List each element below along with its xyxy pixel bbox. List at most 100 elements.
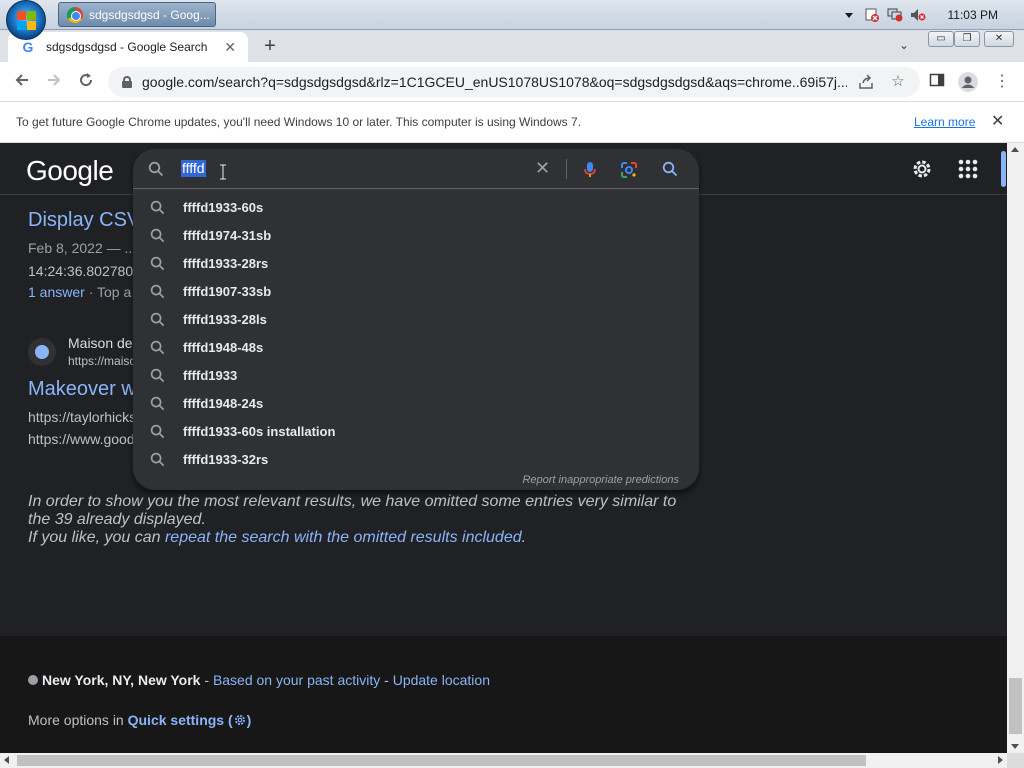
lock-icon[interactable] [122, 76, 132, 88]
google-logo[interactable]: Google [26, 155, 114, 187]
new-tab-button[interactable]: + [259, 36, 281, 58]
tab-google-search[interactable]: G sdgsdgsdgsd - Google Search ✕ [8, 32, 248, 62]
horizontal-scroll-thumb[interactable] [17, 755, 866, 766]
suggestion-item[interactable]: ffffd1948-24s [133, 389, 699, 417]
search-input-row: ffffd ✕ [133, 149, 699, 189]
minimize-button[interactable]: ▭ [928, 31, 954, 47]
vertical-scroll-thumb[interactable] [1009, 678, 1022, 734]
search-icon [150, 340, 165, 354]
action-center-icon[interactable] [864, 8, 880, 22]
scroll-focus-indicator [1001, 151, 1006, 187]
search-box-dropdown: ffffd ✕ ffffd1933-60s ffffd1974-31sb fff… [133, 149, 699, 490]
url-text[interactable]: google.com/search?q=sdgsdgsdgsd&rlz=1C1G… [142, 74, 847, 90]
answer-count-link[interactable]: 1 answer [28, 284, 85, 300]
search-icon [150, 200, 165, 214]
vertical-scrollbar[interactable] [1007, 143, 1024, 753]
result-title-1[interactable]: Display CSV [28, 209, 140, 232]
start-button[interactable] [6, 0, 46, 40]
back-arrow-icon [15, 74, 28, 86]
profile-avatar-icon[interactable] [958, 72, 978, 92]
voice-search-mic-icon[interactable] [582, 161, 598, 177]
suggestion-item[interactable]: ffffd1933-60s [133, 193, 699, 221]
suggestion-label: ffffd1948-24s [183, 395, 264, 411]
suggestion-item[interactable]: ffffd1933-28rs [133, 249, 699, 277]
learn-more-link[interactable]: Learn more [914, 115, 975, 129]
windows-logo-icon [17, 11, 37, 31]
suggestion-label: ffffd1933-32rs [183, 451, 269, 467]
report-predictions-link[interactable]: Report inappropriate predictions [522, 474, 679, 486]
result-snippet-2a: https://taylorhicks [28, 409, 137, 425]
search-icon [148, 161, 164, 177]
suggestion-item[interactable]: ffffd1933-60s installation [133, 417, 699, 445]
horizontal-scrollbar[interactable] [0, 753, 1024, 768]
result-url-2[interactable]: https://maiso [68, 354, 136, 368]
scroll-up-arrow-icon[interactable] [1011, 147, 1019, 152]
chrome-menu-icon[interactable]: ⋮ [992, 72, 1012, 92]
update-infobar: To get future Google Chrome updates, you… [0, 102, 1024, 143]
close-window-button[interactable]: ✕ [984, 31, 1014, 47]
search-icon [150, 256, 165, 270]
scroll-left-arrow-icon[interactable] [4, 756, 9, 764]
separator: - [380, 672, 393, 688]
taskbar-chrome-label: sdgsdgsdgsd - Goog... [89, 7, 210, 22]
taskbar-chrome-button[interactable]: sdgsdgsdgsd - Goog... [58, 2, 216, 27]
update-location-link[interactable]: Update location [393, 672, 490, 688]
tab-search-chevron-icon[interactable]: ⌄ [896, 38, 912, 54]
past-activity-link[interactable]: Based on your past activity [213, 672, 380, 688]
search-input[interactable]: ffffd [181, 160, 206, 177]
tab-close-icon[interactable]: ✕ [224, 39, 236, 56]
scroll-right-arrow-icon[interactable] [998, 756, 1003, 764]
omitted-line-2: If you like, you can repeat the search w… [28, 529, 688, 547]
suggestion-label: ffffd1974-31sb [183, 227, 272, 243]
chrome-icon [67, 6, 83, 23]
forward-arrow-icon [48, 74, 61, 86]
tab-strip: G sdgsdgsdgsd - Google Search ✕ + ⌄ ▭ ❐ … [0, 30, 1024, 62]
clear-search-icon[interactable]: ✕ [535, 158, 550, 179]
search-submit-icon[interactable] [662, 161, 678, 177]
search-icon [150, 396, 165, 410]
restore-button[interactable]: ❐ [954, 31, 980, 47]
more-options-line: More options in Quick settings () [28, 712, 251, 728]
search-icon [150, 284, 165, 298]
infobar-message: To get future Google Chrome updates, you… [16, 115, 582, 129]
side-panel-icon[interactable] [927, 72, 947, 92]
back-button[interactable] [10, 70, 34, 94]
suggestion-item[interactable]: ffffd1948-48s [133, 333, 699, 361]
settings-gear-icon[interactable] [910, 157, 934, 181]
infobar-close-icon[interactable]: ✕ [991, 111, 1004, 131]
globe-icon [28, 338, 56, 366]
top-answer-text: · Top a [84, 284, 132, 300]
result-title-2[interactable]: Makeover w [28, 378, 136, 401]
result-meta-1: 1 answer · Top a [28, 284, 131, 300]
network-icon[interactable] [887, 8, 903, 22]
bookmark-star-icon[interactable]: ☆ [890, 74, 906, 90]
quick-settings-link[interactable]: Quick settings () [128, 712, 252, 728]
reload-button[interactable] [74, 70, 98, 94]
tray-overflow-icon[interactable] [841, 8, 857, 22]
suggestion-item[interactable]: ffffd1933-28ls [133, 305, 699, 333]
suggestion-label: ffffd1933-60s installation [183, 423, 336, 439]
scroll-down-arrow-icon[interactable] [1011, 744, 1019, 749]
suggestion-label: ffffd1933-60s [183, 199, 264, 215]
location-line: New York, NY, New York - Based on your p… [28, 672, 490, 688]
clock[interactable]: 11:03 PM [948, 8, 998, 22]
repeat-search-link[interactable]: repeat the search with the omitted resul… [165, 529, 522, 546]
share-icon[interactable] [858, 74, 874, 90]
page-footer: New York, NY, New York - Based on your p… [0, 636, 1007, 753]
omitted-prefix: If you like, you can [28, 529, 165, 546]
text-cursor-icon [219, 164, 227, 180]
google-results-page: Google Display CSV Feb 8, 2022 — ... 14:… [0, 143, 1007, 753]
volume-icon[interactable] [910, 8, 926, 22]
location-text: New York, NY, New York [42, 672, 201, 688]
suggestion-list: ffffd1933-60s ffffd1974-31sb ffffd1933-2… [133, 193, 699, 473]
suggestion-item[interactable]: ffffd1933 [133, 361, 699, 389]
forward-button[interactable] [42, 70, 66, 94]
suggestion-item[interactable]: ffffd1933-32rs [133, 445, 699, 473]
location-dot-icon [28, 675, 38, 685]
suggestion-item[interactable]: ffffd1974-31sb [133, 221, 699, 249]
google-lens-icon[interactable] [620, 161, 637, 178]
address-bar[interactable]: google.com/search?q=sdgsdgsdgsd&rlz=1C1G… [108, 67, 920, 97]
search-icon [150, 424, 165, 438]
suggestion-item[interactable]: ffffd1907-33sb [133, 277, 699, 305]
google-apps-icon[interactable] [956, 157, 980, 181]
